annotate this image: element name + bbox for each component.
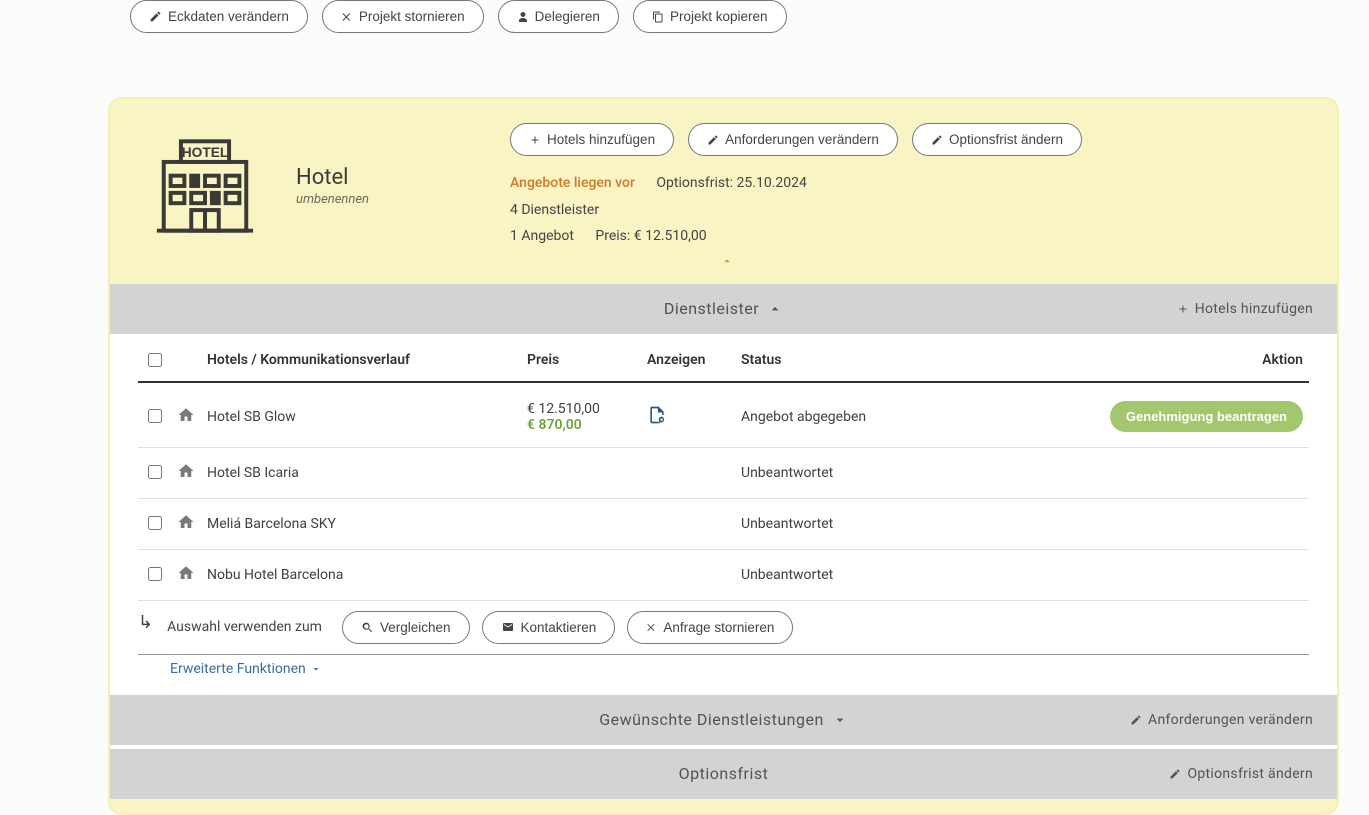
compare-button[interactable]: Vergleichen	[342, 611, 470, 644]
status-text: Unbeantwortet	[741, 465, 833, 481]
provider-count-text: 4 Dienstleister	[510, 197, 599, 224]
col-header-price: Preis	[521, 334, 641, 382]
pencil-icon	[707, 134, 719, 146]
hotel-name[interactable]: Nobu Hotel Barcelona	[207, 567, 343, 583]
document-search-icon[interactable]	[647, 405, 667, 425]
row-checkbox[interactable]	[148, 567, 162, 581]
add-hotels-button[interactable]: Hotels hinzufügen	[510, 123, 674, 156]
table-row: Meliá Barcelona SKY Unbeantwortet	[138, 498, 1309, 549]
copy-project-label: Projekt kopieren	[670, 9, 768, 24]
cancel-request-button[interactable]: Anfrage stornieren	[627, 611, 793, 644]
option-deadline-section-bar[interactable]: Optionsfrist Optionsfrist ändern	[110, 749, 1337, 799]
add-hotels-link-label: Hotels hinzufügen	[1195, 301, 1313, 317]
pencil-icon	[149, 10, 162, 23]
col-header-action: Aktion	[1089, 334, 1309, 382]
services-section-bar[interactable]: Gewünschte Dienstleistungen Anforderunge…	[110, 695, 1337, 745]
chevron-up-icon	[767, 301, 783, 317]
plus-icon	[529, 134, 541, 146]
advanced-functions-link[interactable]: Erweiterte Funktionen	[170, 661, 322, 677]
rename-link[interactable]: umbenennen	[296, 192, 369, 207]
collapse-toggle[interactable]	[150, 250, 1303, 276]
table-row: Hotel SB Glow € 12.510,00€ 870,00 Angebot …	[138, 382, 1309, 448]
status-text: Unbeantwortet	[741, 567, 833, 583]
user-icon	[517, 11, 529, 23]
search-icon	[361, 621, 374, 634]
services-title: Gewünschte Dienstleistungen	[599, 710, 824, 729]
table-row: Nobu Hotel Barcelona Unbeantwortet	[138, 549, 1309, 600]
row-checkbox[interactable]	[148, 409, 162, 423]
hotel-header: HOTEL	[110, 99, 1337, 284]
cancel-project-label: Projekt stornieren	[359, 9, 465, 24]
hotel-section-title: Hotel	[296, 165, 369, 190]
pencil-icon	[1130, 714, 1142, 726]
plus-icon	[1177, 303, 1189, 315]
home-icon[interactable]	[177, 462, 195, 480]
price-text: Preis: € 12.510,00	[595, 223, 706, 250]
edit-project-button[interactable]: Eckdaten verändern	[130, 0, 308, 33]
close-icon	[341, 11, 353, 23]
contact-label: Kontaktieren	[521, 620, 597, 635]
change-option-deadline-label: Optionsfrist ändern	[949, 132, 1063, 147]
providers-section-bar[interactable]: Dienstleister Hotels hinzufügen	[110, 284, 1337, 334]
price-sub: € 870,00	[527, 417, 635, 433]
request-approval-button[interactable]: Genehmigung beantragen	[1110, 401, 1303, 432]
offer-count-text: 1 Angebot	[510, 223, 574, 250]
delegate-button[interactable]: Delegieren	[498, 0, 619, 33]
change-option-deadline-link[interactable]: Optionsfrist ändern	[1169, 766, 1313, 782]
home-icon[interactable]	[177, 513, 195, 531]
row-checkbox[interactable]	[148, 516, 162, 530]
option-deadline-title: Optionsfrist	[679, 764, 769, 783]
chevron-up-icon	[718, 254, 736, 268]
add-hotels-label: Hotels hinzufügen	[547, 132, 655, 147]
hotel-name[interactable]: Meliá Barcelona SKY	[207, 516, 336, 532]
hotel-name[interactable]: Hotel SB Glow	[207, 409, 296, 425]
hotels-table: Hotels / Kommunikationsverlauf Preis Anz…	[138, 334, 1309, 601]
edit-project-label: Eckdaten verändern	[168, 9, 289, 24]
selection-actions: ↳ Auswahl verwenden zum Vergleichen Kont…	[110, 601, 1337, 654]
home-icon[interactable]	[177, 406, 195, 424]
row-checkbox[interactable]	[148, 465, 162, 479]
change-requirements-button[interactable]: Anforderungen verändern	[688, 123, 898, 156]
cancel-project-button[interactable]: Projekt stornieren	[322, 0, 484, 33]
chevron-down-icon	[832, 712, 848, 728]
compare-label: Vergleichen	[380, 620, 451, 635]
cancel-request-label: Anfrage stornieren	[663, 620, 774, 635]
advanced-functions-label: Erweiterte Funktionen	[170, 661, 306, 677]
hotel-building-icon: HOTEL	[150, 131, 260, 241]
change-requirements-link-label: Anforderungen verändern	[1148, 712, 1313, 728]
svg-text:HOTEL: HOTEL	[182, 145, 229, 160]
status-text: Unbeantwortet	[741, 516, 833, 532]
contact-button[interactable]: Kontaktieren	[482, 611, 616, 644]
change-requirements-link[interactable]: Anforderungen verändern	[1130, 712, 1313, 728]
price-main: € 12.510,00	[527, 401, 635, 417]
add-hotels-link[interactable]: Hotels hinzufügen	[1177, 301, 1313, 317]
copy-icon	[652, 11, 664, 23]
hotel-card: HOTEL	[108, 97, 1339, 815]
copy-project-button[interactable]: Projekt kopieren	[633, 0, 787, 33]
close-icon	[646, 622, 657, 633]
offers-available-text: Angebote liegen vor	[510, 170, 635, 197]
col-header-name: Hotels / Kommunikationsverlauf	[201, 334, 521, 382]
col-header-show: Anzeigen	[641, 334, 735, 382]
change-option-deadline-button[interactable]: Optionsfrist ändern	[912, 123, 1082, 156]
pencil-icon	[1169, 768, 1181, 780]
home-icon[interactable]	[177, 564, 195, 582]
chevron-down-icon	[310, 663, 322, 675]
hotel-name[interactable]: Hotel SB Icaria	[207, 465, 299, 481]
pencil-icon	[931, 134, 943, 146]
col-header-status: Status	[735, 334, 1089, 382]
status-text: Angebot abgegeben	[741, 409, 866, 425]
table-row: Hotel SB Icaria Unbeantwortet	[138, 447, 1309, 498]
select-all-checkbox[interactable]	[148, 353, 162, 367]
delegate-label: Delegieren	[535, 9, 600, 24]
change-option-deadline-link-label: Optionsfrist ändern	[1187, 766, 1313, 782]
envelope-icon	[501, 621, 515, 633]
change-requirements-label: Anforderungen verändern	[725, 132, 879, 147]
option-deadline-text: Optionsfrist: 25.10.2024	[656, 170, 806, 197]
arrow-up-left-icon: ↳	[138, 612, 153, 633]
selection-label: Auswahl verwenden zum	[167, 619, 322, 635]
providers-title: Dienstleister	[664, 299, 759, 318]
